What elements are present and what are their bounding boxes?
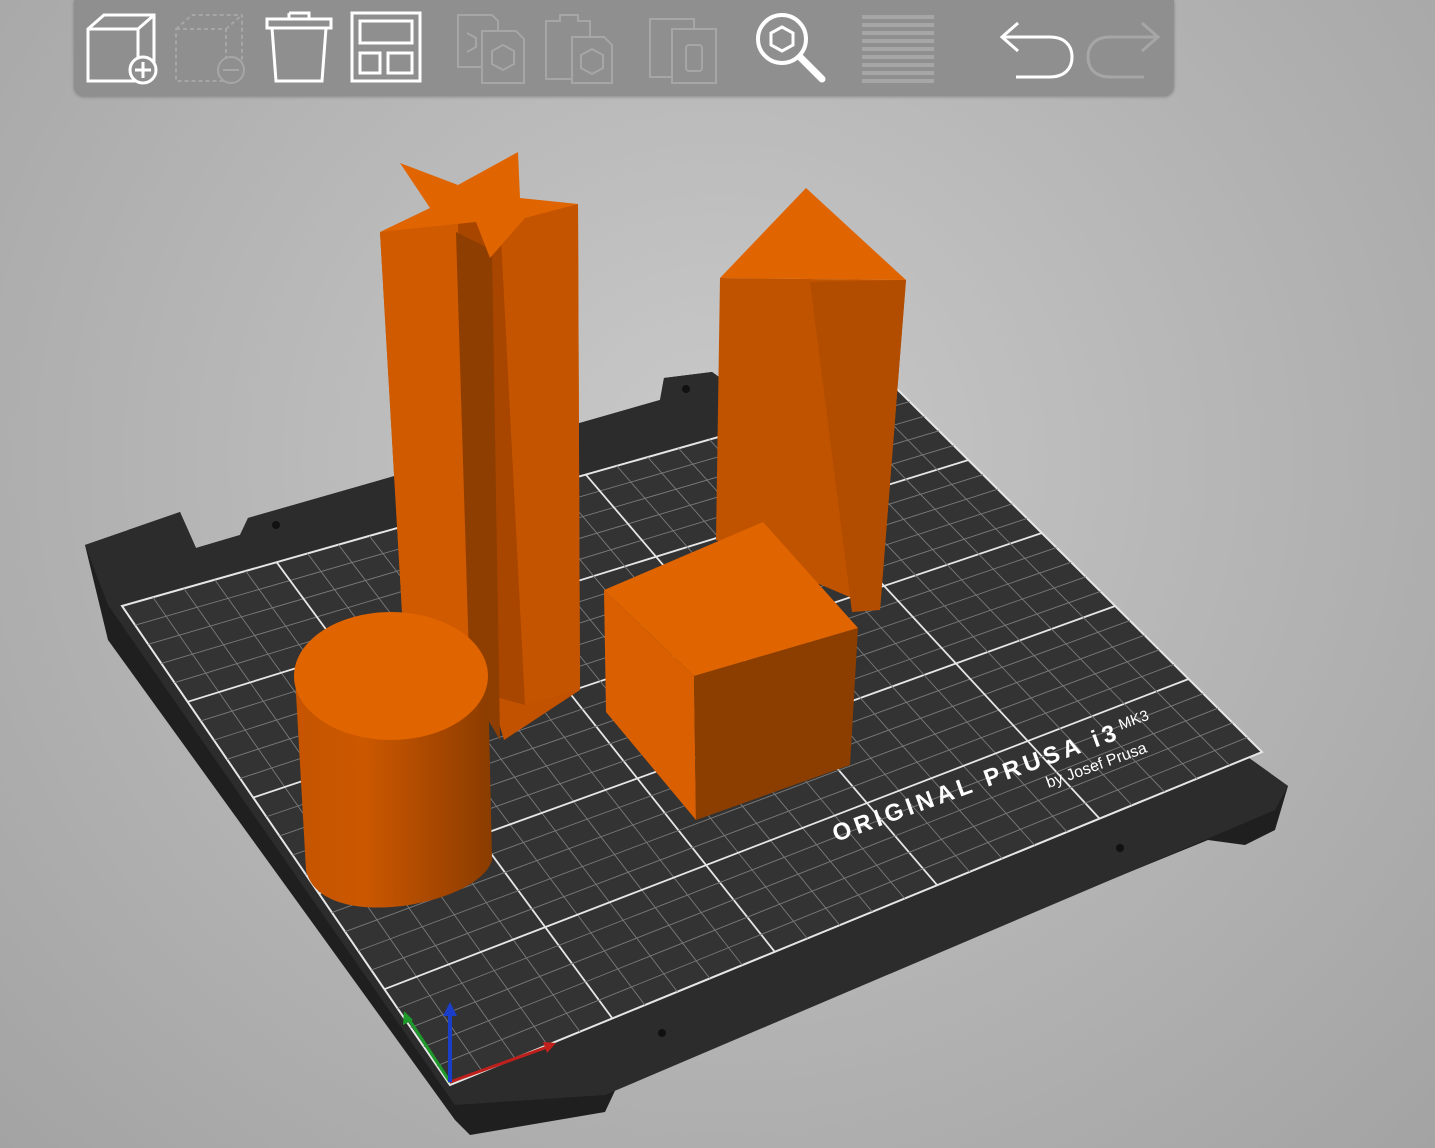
search-button[interactable] xyxy=(750,6,830,88)
redo-icon xyxy=(1086,21,1161,79)
cube-minus-icon xyxy=(175,14,245,84)
delete-all-button[interactable] xyxy=(259,6,339,88)
copy-button[interactable] xyxy=(452,6,532,88)
layers-icon xyxy=(862,15,934,83)
instances-button[interactable] xyxy=(644,6,724,88)
3d-viewport[interactable]: ORIGINAL PRUSA i3 MK3 by Josef Prusa xyxy=(0,0,1435,1148)
paste-icon xyxy=(545,14,613,84)
top-toolbar xyxy=(74,0,1174,96)
trash-icon xyxy=(265,11,333,83)
copy-icon xyxy=(457,14,525,84)
arrange-button[interactable] xyxy=(346,6,426,88)
delete-object-button[interactable] xyxy=(170,6,250,88)
redo-button[interactable] xyxy=(1084,6,1164,88)
cylinder[interactable] xyxy=(294,612,492,908)
search-icon xyxy=(756,13,826,83)
paste-button[interactable] xyxy=(540,6,620,88)
arrange-icon xyxy=(350,11,422,83)
cube-plus-icon xyxy=(86,13,158,85)
add-object-button[interactable] xyxy=(82,6,162,88)
layers-button[interactable] xyxy=(858,6,938,88)
instances-icon xyxy=(649,18,717,84)
undo-button[interactable] xyxy=(996,6,1076,88)
undo-icon xyxy=(999,21,1074,79)
